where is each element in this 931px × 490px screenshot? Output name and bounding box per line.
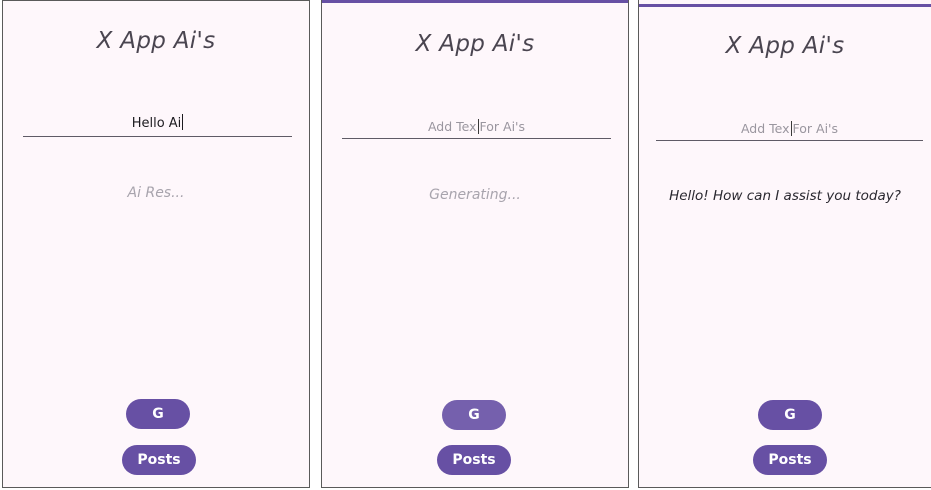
top-divider	[322, 0, 628, 3]
prompt-input-value[interactable]: Hello Ai	[132, 114, 184, 131]
app-title: X App Ai's	[415, 31, 535, 57]
text-caret	[790, 121, 792, 136]
screen-3: X App Ai's Add Tex For Ai's Hello! How ca…	[638, 0, 931, 488]
ai-response-text: Ai Res...	[127, 185, 185, 201]
prompt-input-placeholder[interactable]: Add Tex For Ai's	[428, 119, 525, 134]
posts-button[interactable]: Posts	[753, 445, 827, 475]
text-caret	[182, 114, 184, 130]
generate-button[interactable]: G	[126, 399, 190, 429]
prompt-input[interactable]: Hello Ai	[23, 105, 292, 137]
generate-button[interactable]: G	[442, 400, 506, 430]
app-title: X App Ai's	[96, 28, 216, 54]
ai-response-text: Generating...	[429, 187, 521, 203]
prompt-input[interactable]: Add Tex For Ai's	[342, 107, 611, 139]
top-divider	[639, 4, 931, 7]
generate-button[interactable]: G	[758, 400, 822, 430]
app-title: X App Ai's	[725, 33, 845, 59]
text-caret	[477, 119, 479, 134]
screen-2: X App Ai's Add Tex For Ai's Generating...…	[321, 0, 629, 488]
top-divider	[3, 0, 309, 1]
prompt-input[interactable]: Add Tex For Ai's	[656, 109, 923, 141]
ai-response-text: Hello! How can I assist you today?	[669, 188, 901, 204]
posts-button[interactable]: Posts	[122, 445, 196, 475]
prompt-input-placeholder[interactable]: Add Tex For Ai's	[741, 121, 838, 136]
screen-1: X App Ai's Hello Ai Ai Res... G Posts	[2, 0, 310, 488]
posts-button[interactable]: Posts	[437, 445, 511, 475]
